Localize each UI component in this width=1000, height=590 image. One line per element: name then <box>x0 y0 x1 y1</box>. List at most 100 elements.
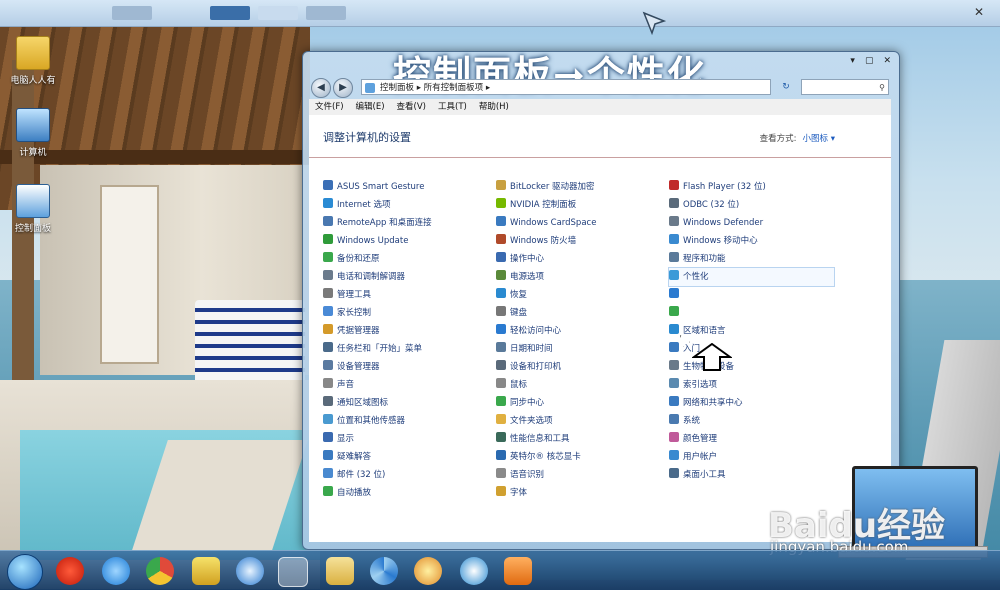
control-panel-item[interactable]: Windows 防火墙 <box>496 232 596 250</box>
pinwheel-app-icon[interactable] <box>370 557 398 585</box>
control-panel-item[interactable]: 个性化 <box>668 267 835 287</box>
refresh-icon[interactable]: ↻ <box>777 79 795 95</box>
control-panel-item[interactable]: Windows 移动中心 <box>669 232 834 250</box>
background-tab-active[interactable] <box>210 6 250 20</box>
control-panel-item[interactable]: 颜色管理 <box>669 430 834 448</box>
control-panel-item[interactable]: 用户帐户 <box>669 448 834 466</box>
desktop-icon-computer[interactable]: 计算机 <box>2 108 64 158</box>
media-app-icon[interactable] <box>460 557 488 585</box>
chrome-icon[interactable] <box>146 557 174 585</box>
background-tab[interactable] <box>112 6 152 20</box>
control-panel-item[interactable]: Internet 选项 <box>323 196 432 214</box>
paint-icon[interactable] <box>414 557 442 585</box>
control-panel-item-label: BitLocker 驱动器加密 <box>510 182 595 192</box>
minimize-icon[interactable]: ▾ <box>850 56 855 66</box>
address-bar[interactable]: 控制面板 ▸ 所有控制面板项 ▸ <box>361 79 771 95</box>
control-panel-item[interactable]: 文件夹选项 <box>496 412 596 430</box>
control-panel-item[interactable]: Windows Defender <box>669 214 834 232</box>
control-panel-item-label: Windows Defender <box>683 218 764 228</box>
control-panel-item[interactable] <box>669 286 834 304</box>
menu-view[interactable]: 查看(V) <box>391 99 432 115</box>
teamviewer-icon[interactable] <box>236 557 264 585</box>
control-panel-item-label: 程序和功能 <box>683 254 726 264</box>
control-panel-item[interactable]: 索引选项 <box>669 376 834 394</box>
control-panel-item[interactable]: 轻松访问中心 <box>496 322 596 340</box>
control-panel-item[interactable]: 同步中心 <box>496 394 596 412</box>
back-button[interactable]: ◀ <box>311 78 331 98</box>
control-panel-window[interactable]: 控制面板➞个性化 ▾ ▢ ✕ ◀ ▶ 控制面板 ▸ 所有控制面板项 ▸ ↻ ⚲ 文件… <box>302 51 900 550</box>
control-panel-item[interactable]: NVIDIA 控制面板 <box>496 196 596 214</box>
control-panel-item-icon <box>669 324 679 334</box>
background-tab[interactable] <box>306 6 346 20</box>
control-panel-item[interactable]: 备份和还原 <box>323 250 432 268</box>
control-panel-item[interactable]: 网络和共享中心 <box>669 394 834 412</box>
control-panel-item[interactable]: 语音识别 <box>496 466 596 484</box>
control-panel-item[interactable]: 操作中心 <box>496 250 596 268</box>
menu-edit[interactable]: 编辑(E) <box>350 99 391 115</box>
background-window-titlebar[interactable]: ✕ <box>0 0 1000 27</box>
control-panel-item[interactable]: 鼠标 <box>496 376 596 394</box>
control-panel-item[interactable]: ASUS Smart Gesture <box>323 178 432 196</box>
close-icon[interactable]: ✕ <box>972 5 986 19</box>
control-panel-item-icon <box>323 216 333 226</box>
control-panel-item[interactable]: 桌面小工具 <box>669 466 834 484</box>
jiangshan-app-icon[interactable] <box>56 557 84 585</box>
control-panel-item[interactable]: 疑难解答 <box>323 448 432 466</box>
control-panel-taskbar-icon[interactable] <box>278 557 308 587</box>
forward-button[interactable]: ▶ <box>333 78 353 98</box>
desktop-icon-control-panel[interactable]: 控制面板 <box>2 184 64 234</box>
control-panel-item[interactable]: 性能信息和工具 <box>496 430 596 448</box>
close-icon[interactable]: ✕ <box>883 56 891 66</box>
control-panel-item-label: 文件夹选项 <box>510 416 553 426</box>
control-panel-item-icon <box>496 306 506 316</box>
control-panel-item-label: 颜色管理 <box>683 434 718 444</box>
control-panel-item[interactable]: 系统 <box>669 412 834 430</box>
control-panel-item[interactable]: 自动播放 <box>323 484 432 502</box>
desktop-icon-user-folder[interactable]: 电脑人人有 <box>2 36 64 86</box>
control-panel-item[interactable]: 程序和功能 <box>669 250 834 268</box>
video-player-icon[interactable] <box>504 557 532 585</box>
control-panel-item[interactable]: ODBC (32 位) <box>669 196 834 214</box>
view-by-dropdown[interactable]: 小图标 ▾ <box>803 134 835 144</box>
control-panel-item[interactable]: BitLocker 驱动器加密 <box>496 178 596 196</box>
control-panel-item[interactable]: 电话和调制解调器 <box>323 268 432 286</box>
control-panel-item[interactable]: 恢复 <box>496 286 596 304</box>
control-panel-item-icon <box>496 396 506 406</box>
maximize-icon[interactable]: ▢ <box>865 56 874 66</box>
menu-tools[interactable]: 工具(T) <box>432 99 473 115</box>
control-panel-item[interactable]: 通知区域图标 <box>323 394 432 412</box>
control-panel-item[interactable]: RemoteApp 和桌面连接 <box>323 214 432 232</box>
search-input[interactable]: ⚲ <box>801 79 889 95</box>
control-panel-item[interactable]: 位置和其他传感器 <box>323 412 432 430</box>
control-panel-item-label: 轻松访问中心 <box>510 326 562 336</box>
control-panel-item[interactable]: 管理工具 <box>323 286 432 304</box>
menu-help[interactable]: 帮助(H) <box>473 99 515 115</box>
control-panel-item[interactable]: 任务栏和「开始」菜单 <box>323 340 432 358</box>
control-panel-item[interactable]: 设备和打印机 <box>496 358 596 376</box>
control-panel-item-icon <box>669 216 679 226</box>
internet-explorer-icon[interactable] <box>102 557 130 585</box>
control-panel-item[interactable]: 显示 <box>323 430 432 448</box>
control-panel-item-label: 桌面小工具 <box>683 470 726 480</box>
control-panel-item-label: ASUS Smart Gesture <box>337 182 425 192</box>
control-panel-item[interactable]: Windows CardSpace <box>496 214 596 232</box>
control-panel-item[interactable]: 区域和语言 <box>669 322 834 340</box>
control-panel-item[interactable] <box>669 304 834 322</box>
control-panel-item[interactable]: Flash Player (32 位) <box>669 178 834 196</box>
start-orb-icon[interactable] <box>7 554 43 590</box>
menu-file[interactable]: 文件(F) <box>309 99 350 115</box>
control-panel-item[interactable]: 键盘 <box>496 304 596 322</box>
control-panel-item[interactable]: 声音 <box>323 376 432 394</box>
control-panel-item[interactable]: 日期和时间 <box>496 340 596 358</box>
control-panel-item[interactable]: 英特尔® 核芯显卡 <box>496 448 596 466</box>
control-panel-item[interactable]: 家长控制 <box>323 304 432 322</box>
control-panel-item[interactable]: 设备管理器 <box>323 358 432 376</box>
control-panel-item[interactable]: 凭据管理器 <box>323 322 432 340</box>
folder-app-icon[interactable] <box>192 557 220 585</box>
control-panel-item[interactable]: 邮件 (32 位) <box>323 466 432 484</box>
background-tab[interactable] <box>258 6 298 20</box>
control-panel-item[interactable]: Windows Update <box>323 232 432 250</box>
file-explorer-icon[interactable] <box>326 557 354 585</box>
control-panel-item[interactable]: 电源选项 <box>496 268 596 286</box>
control-panel-item[interactable]: 字体 <box>496 484 596 502</box>
